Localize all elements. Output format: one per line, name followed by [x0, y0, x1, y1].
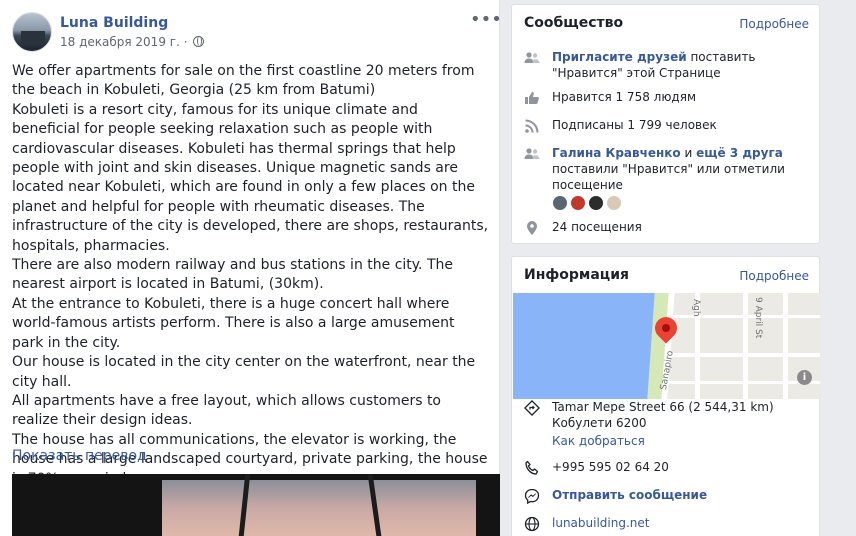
friend-avatar[interactable]	[606, 195, 622, 211]
more-friends-link[interactable]: ещё 3 друга	[696, 146, 783, 160]
info-header: Информация Подробнее	[524, 267, 809, 287]
followers-count: Подписаны 1 799 человек	[552, 118, 717, 132]
thumbs-up-icon	[524, 90, 540, 106]
friend-avatar[interactable]	[570, 195, 586, 211]
directions-icon	[524, 400, 540, 416]
phone-icon	[524, 460, 540, 476]
send-message-link[interactable]: Отправить сообщение	[552, 487, 814, 503]
post-paragraph: All apartments have a free layout, which…	[12, 392, 441, 429]
globe-icon	[193, 36, 205, 47]
community-header: Сообщество Подробнее	[524, 15, 809, 35]
post-photo[interactable]	[12, 474, 500, 536]
post-paragraph: Kobuleti is a resort city, famous for it…	[12, 101, 489, 254]
post-paragraph: There are also modern railway and bus st…	[12, 257, 453, 293]
map-label: 9 April St	[753, 297, 763, 339]
map-road	[668, 353, 820, 357]
community-more-link[interactable]: Подробнее	[739, 17, 809, 31]
followers-row: Подписаны 1 799 человек	[524, 117, 814, 135]
phone-row: +995 595 02 64 20	[524, 459, 814, 477]
community-title: Сообщество	[524, 15, 624, 31]
friends-row: Галина Кравченко и ещё 3 друга поставили …	[524, 145, 814, 219]
info-card: Информация Подробнее Agh 9 April St Sana…	[511, 256, 820, 536]
show-translation-link[interactable]: Показать перевод	[12, 448, 147, 464]
photo-window-bar	[238, 474, 251, 536]
people-icon	[524, 50, 540, 66]
post-header: Luna Building 18 декабря 2019 г. · •••	[12, 11, 502, 54]
globe-icon	[524, 516, 540, 532]
friends-and: и	[680, 146, 697, 160]
visits-count: 24 посещения	[552, 220, 642, 234]
friend-avatar[interactable]	[588, 195, 604, 211]
info-more-link[interactable]: Подробнее	[739, 269, 809, 283]
invite-friends-text: Пригласите друзей поставить "Нравится" э…	[552, 49, 814, 81]
friends-icon	[524, 146, 540, 162]
friends-rest: поставили "Нравится" или отметили посеще…	[552, 162, 785, 192]
post-paragraph: At the entrance to Kobuleti, there is a …	[12, 295, 455, 351]
post-card: Luna Building 18 декабря 2019 г. · ••• W…	[0, 0, 502, 536]
photo-window-bar	[367, 474, 382, 536]
address-text: Tamar Mepe Street 66 (2 544,31 km) Кобул…	[552, 399, 814, 451]
post-date-text[interactable]: 18 декабря 2019 г. ·	[60, 35, 188, 49]
map-info-icon[interactable]: i	[797, 370, 812, 385]
friend-avatar[interactable]	[552, 195, 568, 211]
get-directions-link[interactable]: Как добраться	[552, 434, 645, 448]
post-text: We offer apartments for sale on the firs…	[12, 62, 490, 489]
likes-count: Нравится 1 758 людям	[552, 90, 696, 104]
more-options-icon[interactable]: •••	[470, 11, 502, 32]
info-title: Информация	[524, 267, 629, 283]
website-link[interactable]: lunabuilding.net	[552, 515, 814, 531]
friend-avatars	[552, 195, 624, 213]
invite-friends-link[interactable]: Пригласите друзей	[552, 50, 687, 64]
phone-number[interactable]: +995 595 02 64 20	[552, 459, 814, 475]
address-line1: Tamar Mepe Street 66 (2 544,31 km)	[552, 400, 774, 414]
photo-window-frame	[162, 474, 476, 480]
post-paragraph: Our house is located in the city center …	[12, 354, 476, 390]
address-row: Tamar Mepe Street 66 (2 544,31 km) Кобул…	[524, 399, 814, 451]
community-card: Сообщество Подробнее Пригласите друзей п…	[511, 4, 820, 244]
website-row: lunabuilding.net	[524, 515, 814, 533]
page-avatar[interactable]	[12, 12, 52, 52]
visits-row: 24 посещения	[524, 219, 814, 237]
map-label: Agh	[691, 299, 701, 317]
post-date[interactable]: 18 декабря 2019 г. ·	[60, 35, 205, 49]
location-map[interactable]: Agh 9 April St Sanapiro i	[513, 293, 820, 399]
address-line2: Кобулети 6200	[552, 416, 647, 430]
messenger-icon	[524, 488, 540, 504]
invite-friends-row: Пригласите друзей поставить "Нравится" э…	[524, 49, 814, 83]
friends-text: Галина Кравченко и ещё 3 друга поставили …	[552, 145, 814, 193]
post-paragraph: We offer apartments for sale on the firs…	[12, 63, 475, 99]
rss-icon	[524, 118, 540, 134]
photo-window-frame	[12, 474, 162, 536]
photo-window-frame	[476, 474, 500, 536]
map-sea	[513, 293, 663, 399]
location-pin-icon	[524, 220, 540, 236]
message-row: Отправить сообщение	[524, 487, 814, 505]
likes-row: Нравится 1 758 людям	[524, 89, 814, 107]
page-name-link[interactable]: Luna Building	[60, 15, 168, 31]
friend-name-link[interactable]: Галина Кравченко	[552, 146, 681, 160]
